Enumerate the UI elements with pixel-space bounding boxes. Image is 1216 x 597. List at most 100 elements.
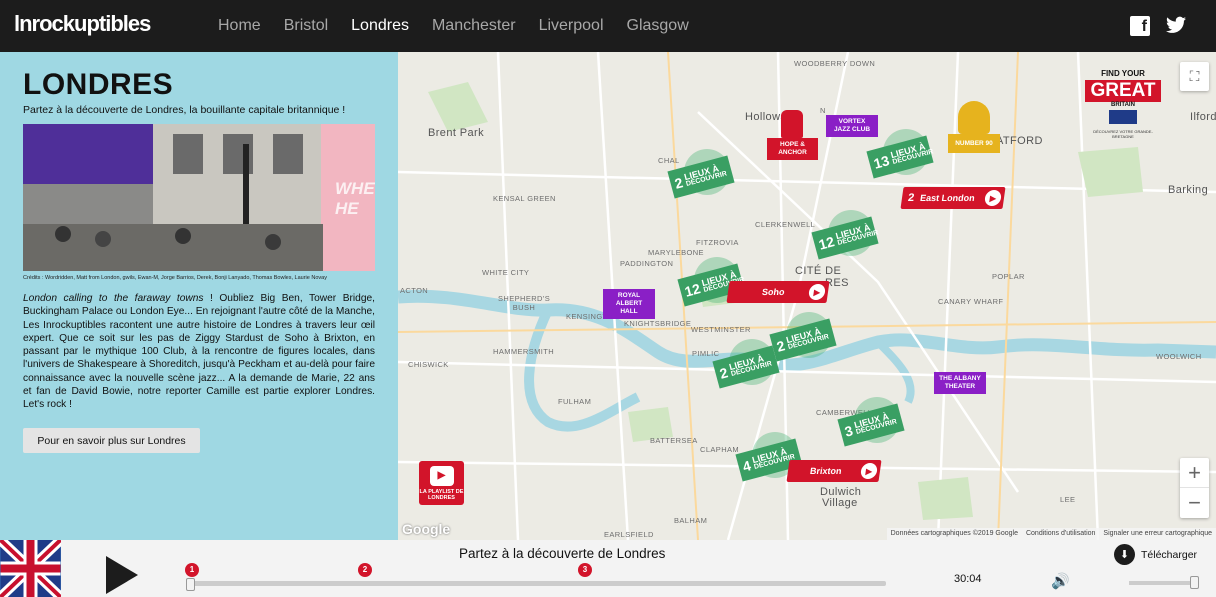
route-soho[interactable]: Soho ▶ (726, 281, 830, 303)
map-footer: Données cartographiques ©2019 Google Con… (886, 528, 1216, 540)
chapter-marker[interactable]: 1 (185, 563, 199, 577)
places-badge[interactable]: 3 LIEUX À DÉCOUVRIR (837, 397, 905, 459)
nav-londres[interactable]: Londres (351, 17, 409, 35)
map-data-credit: Données cartographiques ©2019 Google (890, 530, 1018, 537)
great-line1: FIND YOUR (1101, 69, 1145, 78)
places-badge[interactable]: 12 LIEUX À DÉCOUVRIR (811, 210, 879, 272)
play-icon[interactable]: ▶ (859, 463, 879, 479)
neon-sign-text: WHE HE (335, 179, 375, 218)
description-quote: London calling to the faraway towns (23, 293, 204, 304)
map-label-woodberry: WOODBERRY DOWN (794, 59, 876, 68)
route-label: Soho (761, 287, 786, 297)
marker-albany-line1: THE ALBANY (939, 375, 981, 382)
map-label-brent: Brent Park (428, 127, 484, 139)
download-label: Télécharger (1141, 548, 1198, 561)
progress-bar[interactable] (189, 581, 886, 586)
places-badge[interactable]: 13 LIEUX À DÉCOUVRIR (866, 129, 934, 191)
places-count: 2 (672, 174, 685, 192)
route-label: Brixton (809, 466, 843, 476)
marker-hope-anchor[interactable]: HOPE & ANCHOR (767, 138, 818, 160)
london-map[interactable]: WOODBERRY DOWN Brent Park Hollowa N ATFO… (398, 52, 1216, 540)
marker-vortex-line2: JAZZ CLUB (833, 126, 871, 133)
places-count: 4 (740, 457, 753, 475)
play-icon[interactable]: ▶ (983, 190, 1003, 206)
learn-more-button[interactable]: Pour en savoir plus sur Londres (23, 428, 200, 453)
player-title: Partez à la découverte de Londres (459, 546, 666, 561)
burger-icon (958, 101, 990, 134)
top-navigation-bar: lnrockuptibles Home Bristol Londres Manc… (0, 0, 1216, 52)
progress-thumb[interactable] (186, 578, 195, 591)
route-label: East London (919, 193, 976, 203)
city-panel: LONDRES Partez à la découverte de Londre… (0, 52, 398, 540)
places-count: 12 (816, 233, 837, 253)
map-label-shepherds: SHEPHERD'S BUSH (498, 294, 551, 312)
volume-thumb[interactable] (1190, 576, 1199, 589)
places-badge[interactable]: 2 LIEUX À DÉCOUVRIR (769, 312, 837, 374)
map-label-stratford: ATFORD (996, 135, 1043, 147)
marker-albany-theater[interactable]: THE ALBANY THEATER (934, 372, 986, 394)
facebook-icon[interactable]: f (1130, 16, 1150, 36)
nav-home[interactable]: Home (218, 17, 261, 35)
twitter-icon[interactable] (1166, 16, 1186, 36)
marker-vortex-line1: VORTEX (838, 118, 866, 125)
city-navigation: Home Bristol Londres Manchester Liverpoo… (218, 0, 689, 52)
map-label-poplar: POPLAR (992, 272, 1025, 281)
nav-glasgow[interactable]: Glasgow (627, 17, 689, 35)
fullscreen-button[interactable]: ⛶ (1180, 62, 1209, 91)
route-east-london[interactable]: 2 East London ▶ (900, 187, 1006, 209)
nav-bristol[interactable]: Bristol (284, 17, 328, 35)
map-label-barking: Barking (1168, 184, 1209, 196)
zoom-in-button[interactable]: + (1180, 458, 1209, 488)
map-label-woolwich: WOOLWICH (1156, 352, 1202, 361)
map-label-ilford: Ilford (1190, 111, 1216, 123)
play-button[interactable] (106, 556, 138, 594)
marker-number-90[interactable]: NUMBER 90 (948, 134, 1000, 153)
london-playlist-button[interactable]: ▶ LA PLAYLIST DE LONDRES (419, 461, 464, 505)
report-error-link[interactable]: Signaler une erreur cartographique (1103, 530, 1212, 538)
terms-link[interactable]: Conditions d'utilisation (1026, 530, 1095, 538)
nav-manchester[interactable]: Manchester (432, 17, 516, 35)
great-line3: BRITAIN (1111, 102, 1135, 108)
great-line4: DÉCOUVREZ VOTRE GRANDE-BRETAGNE (1093, 129, 1153, 139)
route-brixton[interactable]: Brixton ▶ (786, 460, 882, 482)
marker-royal-albert-hall[interactable]: ROYAL ALBERT HALL (603, 289, 655, 319)
page-subtitle: Partez à la découverte de Londres, la bo… (23, 104, 346, 116)
duration: 30:04 (954, 573, 982, 585)
map-label-clerkenwell: CLERKENWELL (755, 220, 816, 229)
chapter-marker[interactable]: 3 (578, 563, 592, 577)
map-label-balham: BALHAM (674, 516, 708, 525)
city-description: London calling to the faraway towns ! Ou… (23, 292, 375, 412)
union-jack-icon (1109, 110, 1137, 124)
download-button[interactable]: ⬇ Télécharger (1114, 544, 1197, 565)
route-count: 2 (907, 192, 915, 204)
play-icon: ▶ (429, 466, 454, 486)
places-badge[interactable]: 2 LIEUX À DÉCOUVRIR (712, 339, 780, 401)
places-count: 13 (871, 152, 892, 172)
map-label-fulham: FULHAM (558, 397, 592, 406)
places-count: 12 (682, 280, 703, 300)
map-label-paddington: PADDINGTON (620, 259, 674, 268)
chapter-marker[interactable]: 2 (358, 563, 372, 577)
great-britain-logo[interactable]: FIND YOUR GREAT BRITAIN DÉCOUVREZ VOTRE … (1085, 69, 1161, 139)
map-label-lee: LEE (1060, 495, 1076, 504)
play-icon[interactable]: ▶ (807, 284, 827, 300)
beer-glass-icon (781, 110, 803, 138)
volume-icon[interactable]: 🔊 (1051, 572, 1070, 590)
places-badge[interactable]: 2 LIEUX À DÉCOUVRIR (667, 149, 735, 211)
great-line2: GREAT (1085, 80, 1161, 102)
volume-slider[interactable] (1129, 581, 1199, 585)
marker-royal-albert-line2: HALL (620, 308, 638, 315)
london-street-photo: WHE HE (23, 124, 375, 271)
download-icon: ⬇ (1114, 544, 1135, 565)
marker-albany-line2: THEATER (944, 383, 976, 390)
map-label-earlsfield: EARLSFIELD (604, 530, 654, 539)
map-label-knightsbridge: KNIGHTSBRIDGE (624, 319, 692, 328)
uk-flag-thumbnail (0, 540, 61, 597)
map-label-fitzrovia: FITZROVIA (696, 238, 739, 247)
map-label-westminster: WESTMINSTER (691, 325, 751, 334)
site-logo[interactable]: lnrockuptibles (14, 11, 151, 37)
nav-liverpool[interactable]: Liverpool (539, 17, 604, 35)
description-text: ! Oubliez Big Ben, Tower Bridge, Bucking… (23, 293, 375, 411)
map-label-acton: ACTON (400, 286, 429, 295)
zoom-out-button[interactable]: − (1180, 488, 1209, 518)
